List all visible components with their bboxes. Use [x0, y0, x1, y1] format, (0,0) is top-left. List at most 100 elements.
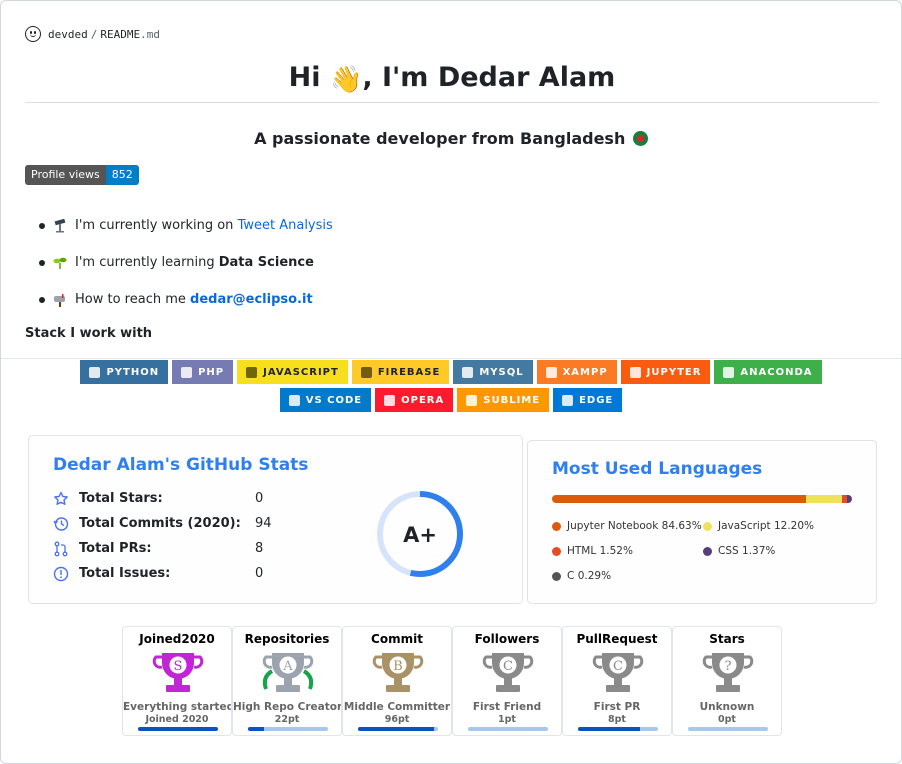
stat-label: Total Issues: — [79, 566, 171, 581]
badge-label: OPERA — [401, 394, 445, 406]
xampp-icon — [545, 366, 557, 378]
stat-label: Total PRs: — [79, 541, 152, 556]
stat-row-issues: Total Issues: 0 — [53, 561, 263, 586]
language-dot — [552, 521, 561, 531]
lang-percent: 1.52% — [599, 545, 633, 557]
badge-xampp: XAMPP — [536, 360, 617, 384]
seedling-icon — [53, 257, 67, 269]
badge-label: VS CODE — [305, 394, 363, 406]
languages-card-title: Most Used Languages — [552, 459, 763, 479]
waving-hand-icon: 👋 — [329, 65, 363, 95]
language-bar-segment — [805, 495, 843, 503]
languages-card: Most Used Languages Jupyter Notebook 84.… — [527, 440, 877, 604]
profile-views-badge: Profile views 852 — [25, 165, 139, 185]
trophy-description: High Repo Creator — [233, 701, 341, 713]
trophy-points: 96pt — [384, 714, 410, 725]
badge-label: EDGE — [579, 394, 614, 406]
sublime-icon — [466, 394, 478, 406]
trophy-commit: Commit B Middle Committer 96pt — [342, 626, 452, 736]
lang-name: C — [567, 570, 575, 582]
language-dot — [552, 571, 561, 581]
learning-topic: Data Science — [218, 255, 314, 270]
readme-panel: devded / README .md Hi 👋, I'm Dedar Alam … — [0, 0, 902, 764]
trophy-points: 22pt — [274, 714, 300, 725]
trophy-joined2020: Joined2020 S Everything started...Joined 2… — [122, 626, 232, 736]
trophy-rank: A — [282, 659, 293, 674]
badge-javascript: JAVASCRIPT — [237, 360, 348, 384]
star-icon — [54, 491, 68, 505]
trophy-description: First Friend — [472, 701, 542, 713]
jupyter-icon — [629, 366, 641, 378]
trophy-title: Stars — [709, 632, 745, 646]
issue-icon — [53, 566, 69, 581]
stat-value: 0 — [255, 491, 264, 506]
bullet-dot — [39, 222, 45, 229]
vs-code-icon — [288, 394, 300, 406]
page-title: Hi 👋, I'm Dedar Alam — [25, 57, 879, 103]
badge-vs-code: VS CODE — [279, 388, 372, 412]
stack-heading: Stack I work with — [25, 326, 153, 341]
badge-firebase: FIREBASE — [351, 360, 450, 384]
telescope-icon — [54, 218, 66, 232]
badge-label: SUBLIME — [483, 394, 541, 406]
trophy-progress — [358, 727, 438, 731]
trophy-row: Joined2020 S Everything started...Joined 2… — [122, 626, 782, 736]
badge-label: PHP — [198, 366, 225, 378]
badge-label: JAVASCRIPT — [263, 366, 339, 378]
list-item: I'm currently learning Data Science — [39, 244, 333, 281]
bullet-dot — [39, 259, 45, 266]
lang-name: HTML — [567, 545, 597, 557]
badge-label: PYTHON — [106, 366, 160, 378]
about-list: I'm currently working on Tweet Analysis … — [39, 207, 333, 318]
section-divider — [1, 358, 901, 359]
breadcrumb-separator: / — [90, 27, 98, 41]
lang-percent: 12.20% — [773, 520, 815, 532]
stat-row-prs: Total PRs: 8 — [53, 536, 263, 561]
list-item: I'm currently working on Tweet Analysis — [39, 207, 333, 244]
tweet-analysis-link[interactable]: Tweet Analysis — [238, 218, 333, 233]
python-icon — [89, 366, 101, 378]
language-bar-segment — [552, 495, 806, 503]
subtitle: A passionate developer from Bangladesh — [1, 129, 901, 148]
trophy-repositories: Repositories A High Repo Creator 22pt — [232, 626, 342, 736]
bullet-text: I'm currently working on — [75, 218, 234, 233]
badge-python: PYTHON — [80, 360, 169, 384]
lang-percent: 1.37% — [742, 545, 776, 557]
trophy-cup-icon: ? — [702, 653, 754, 692]
breadcrumb-owner[interactable]: devded — [48, 28, 88, 41]
trophy-title: PullRequest — [576, 632, 658, 646]
lang-item-c: C 0.29% — [552, 570, 611, 582]
badge-opera: OPERA — [375, 388, 454, 412]
trophy-title: Commit — [371, 632, 423, 646]
language-bar — [552, 495, 852, 503]
trophy-points: 1pt — [498, 714, 516, 725]
trophy-rank: B — [393, 659, 403, 674]
trophy-title: Joined2020 — [139, 632, 215, 646]
stat-row-commits: Total Commits (2020): 94 — [53, 511, 272, 536]
breadcrumb-file: README — [100, 27, 141, 41]
trophy-description: Middle Committer — [343, 701, 451, 713]
stat-row-stars: Total Stars: 0 — [53, 486, 263, 511]
bullet-text: I'm currently learning — [75, 255, 215, 270]
trophy-progress-fill — [578, 727, 641, 731]
opera-icon — [384, 394, 396, 406]
stat-value: 8 — [255, 541, 264, 556]
trophy-cup-icon: C — [482, 653, 534, 692]
mysql-icon — [462, 366, 474, 378]
trophy-rank: S — [174, 659, 183, 674]
grade-ring: A+ — [377, 491, 463, 577]
badge-label: ANACONDA — [740, 366, 813, 378]
github-stats-card: Dedar Alam's GitHub Stats Total Stars: 0… — [28, 435, 523, 604]
bangladesh-flag-icon — [632, 131, 648, 146]
badge-sublime: SUBLIME — [457, 388, 550, 412]
trophy-progress-fill — [138, 727, 218, 731]
trophy-title: Followers — [474, 632, 540, 646]
email-link[interactable]: dedar@eclipso.it — [190, 292, 313, 307]
badge-edge: EDGE — [553, 388, 623, 412]
javascript-icon — [246, 366, 258, 378]
list-item: How to reach me dedar@eclipso.it — [39, 281, 333, 318]
trophy-description: First PR — [593, 701, 641, 713]
trophy-progress — [468, 727, 548, 731]
trophy-points: 0pt — [718, 714, 736, 725]
grade-text: A+ — [403, 523, 437, 547]
